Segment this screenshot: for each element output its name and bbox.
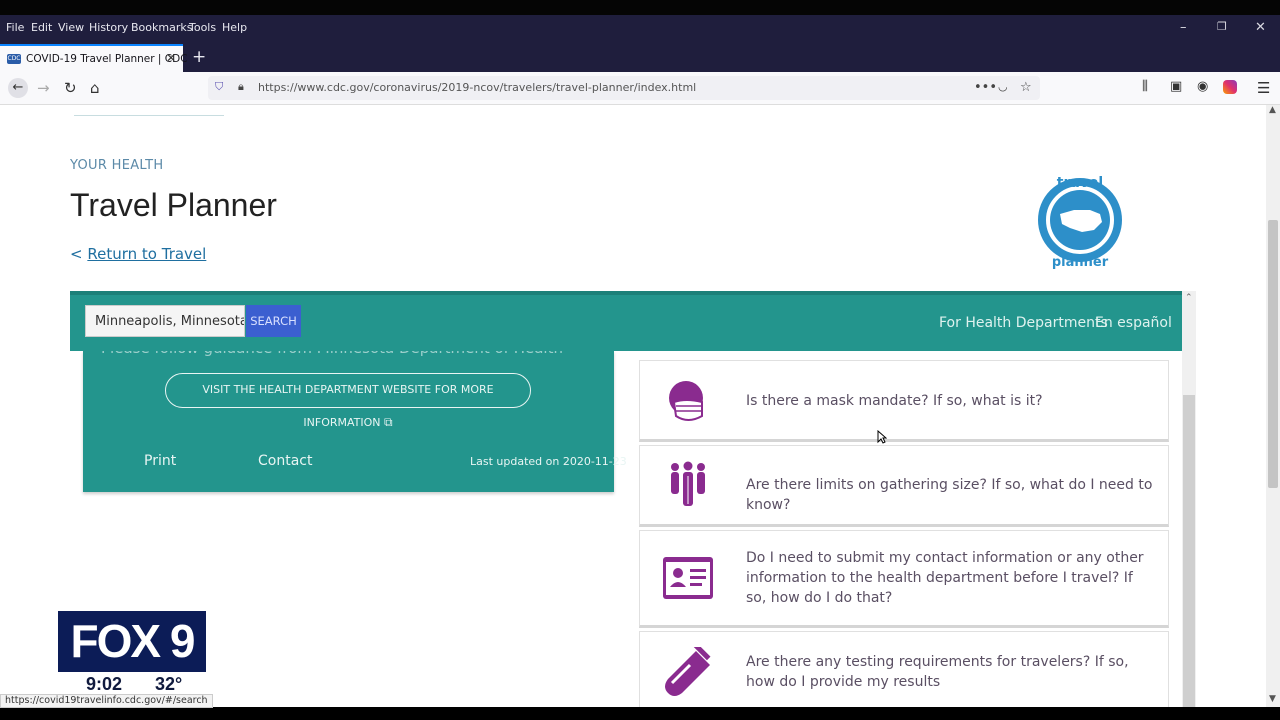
instagram-extension-icon[interactable] xyxy=(1223,80,1237,94)
section-eyebrow: YOUR HEALTH xyxy=(70,158,164,173)
travel-planner-logo: travel planner xyxy=(1038,175,1122,270)
tab-covid-travel-planner[interactable]: CDC COVID-19 Travel Planner | CDC ✕ xyxy=(0,44,188,72)
question-card-testing[interactable]: Are there any testing requirements for t… xyxy=(639,631,1169,707)
lock-icon[interactable]: 🔒︎ xyxy=(238,80,244,94)
bookmark-star-icon[interactable]: ☆ xyxy=(1020,80,1032,95)
library-icon[interactable]: ⫼ xyxy=(1142,79,1148,94)
logo-bottom-text: planner xyxy=(1052,255,1109,270)
inner-scrollbar-thumb[interactable] xyxy=(1183,395,1195,707)
test-tube-icon xyxy=(665,647,711,696)
close-tab-icon[interactable]: ✕ xyxy=(166,51,176,65)
id-card-icon xyxy=(663,557,713,599)
question-card-contact-info[interactable]: Do I need to submit my contact informati… xyxy=(639,530,1169,628)
question-text: Is there a mask mandate? If so, what is … xyxy=(746,393,1043,409)
return-link-text: Return to Travel xyxy=(87,245,207,263)
logo-top-text: travel xyxy=(1057,175,1103,191)
question-text: Are there limits on gathering size? If s… xyxy=(746,477,1153,513)
en-espanol-link[interactable]: En español xyxy=(1095,315,1172,331)
scroll-up-arrow-icon[interactable]: ▲ xyxy=(1269,105,1276,115)
bottom-strip xyxy=(0,707,1280,720)
question-text: Do I need to submit my contact informati… xyxy=(746,550,1144,606)
contact-link[interactable]: Contact xyxy=(258,453,312,469)
location-search-input[interactable]: Minneapolis, Minnesota xyxy=(85,305,245,337)
menu-bookmarks[interactable]: Bookmarks xyxy=(131,21,192,34)
visit-health-department-button[interactable]: VISIT THE HEALTH DEPARTMENT WEBSITE FOR … xyxy=(165,373,531,429)
scroll-down-arrow-icon[interactable]: ▼ xyxy=(1269,694,1276,704)
home-icon[interactable]: ⌂ xyxy=(90,79,100,97)
search-button[interactable]: SEARCH xyxy=(246,305,301,337)
menu-history[interactable]: History xyxy=(89,21,128,34)
account-icon[interactable]: ◉ xyxy=(1197,79,1208,94)
group-icon xyxy=(671,461,705,506)
external-link-icon: ⧉ xyxy=(384,415,393,429)
pocket-icon[interactable]: ◡ xyxy=(998,80,1008,93)
menu-bar: File Edit View History Bookmarks Tools H… xyxy=(0,15,1280,42)
broadcast-time: 9:02 xyxy=(86,674,123,694)
page-title: Travel Planner xyxy=(70,187,277,223)
close-window-button[interactable]: ✕ xyxy=(1255,20,1266,35)
broadcast-temperature: 32° xyxy=(155,674,183,694)
back-arrow-icon[interactable]: ← xyxy=(8,78,28,98)
tab-title: COVID-19 Travel Planner | CDC xyxy=(26,53,188,65)
fox9-logo: FOX 9 xyxy=(58,611,206,672)
minimize-button[interactable]: – xyxy=(1180,20,1187,35)
question-text: Are there any testing requirements for t… xyxy=(746,654,1129,690)
sidebar-icon[interactable]: ▣ xyxy=(1170,79,1182,94)
forward-arrow-icon[interactable]: → xyxy=(37,79,50,97)
top-divider xyxy=(74,115,224,116)
url-text: https://www.cdc.gov/coronavirus/2019-nco… xyxy=(258,81,697,94)
mouse-cursor-icon xyxy=(877,430,887,444)
new-tab-button[interactable]: + xyxy=(192,47,206,67)
menu-help[interactable]: Help xyxy=(222,21,247,34)
restore-button[interactable]: ❐ xyxy=(1217,20,1227,33)
hamburger-menu-icon[interactable]: ☰ xyxy=(1257,79,1270,97)
url-bar[interactable]: ⛉ 🔒︎ https://www.cdc.gov/coronavirus/201… xyxy=(208,76,1040,100)
question-card-mask[interactable]: Is there a mask mandate? If so, what is … xyxy=(639,360,1169,442)
page-scrollbar-thumb[interactable] xyxy=(1268,220,1278,488)
cdc-favicon-icon: CDC xyxy=(7,54,21,64)
scroll-up-icon[interactable]: ⌃ xyxy=(1185,293,1193,303)
return-to-travel-link[interactable]: < Return to Travel xyxy=(70,245,206,263)
mask-icon xyxy=(669,381,703,421)
status-link-preview: https://covid19travelinfo.cdc.gov/#/sear… xyxy=(0,694,213,708)
for-health-departments-link[interactable]: For Health Departments xyxy=(939,315,1108,331)
question-card-gathering[interactable]: Are there limits on gathering size? If s… xyxy=(639,445,1169,527)
screen-top-strip xyxy=(0,0,1280,15)
menu-edit[interactable]: Edit xyxy=(31,21,52,34)
print-link[interactable]: Print xyxy=(144,453,176,469)
menu-tools[interactable]: Tools xyxy=(189,21,216,34)
page-actions-icon[interactable]: ••• xyxy=(974,80,997,95)
reload-icon[interactable]: ↻ xyxy=(64,79,77,97)
tracking-shield-icon[interactable]: ⛉ xyxy=(215,80,223,94)
menu-file[interactable]: File xyxy=(6,21,24,34)
last-updated: Last updated on 2020-11-23 xyxy=(470,455,627,468)
back-chevron: < xyxy=(70,245,83,263)
menu-view[interactable]: View xyxy=(58,21,84,34)
